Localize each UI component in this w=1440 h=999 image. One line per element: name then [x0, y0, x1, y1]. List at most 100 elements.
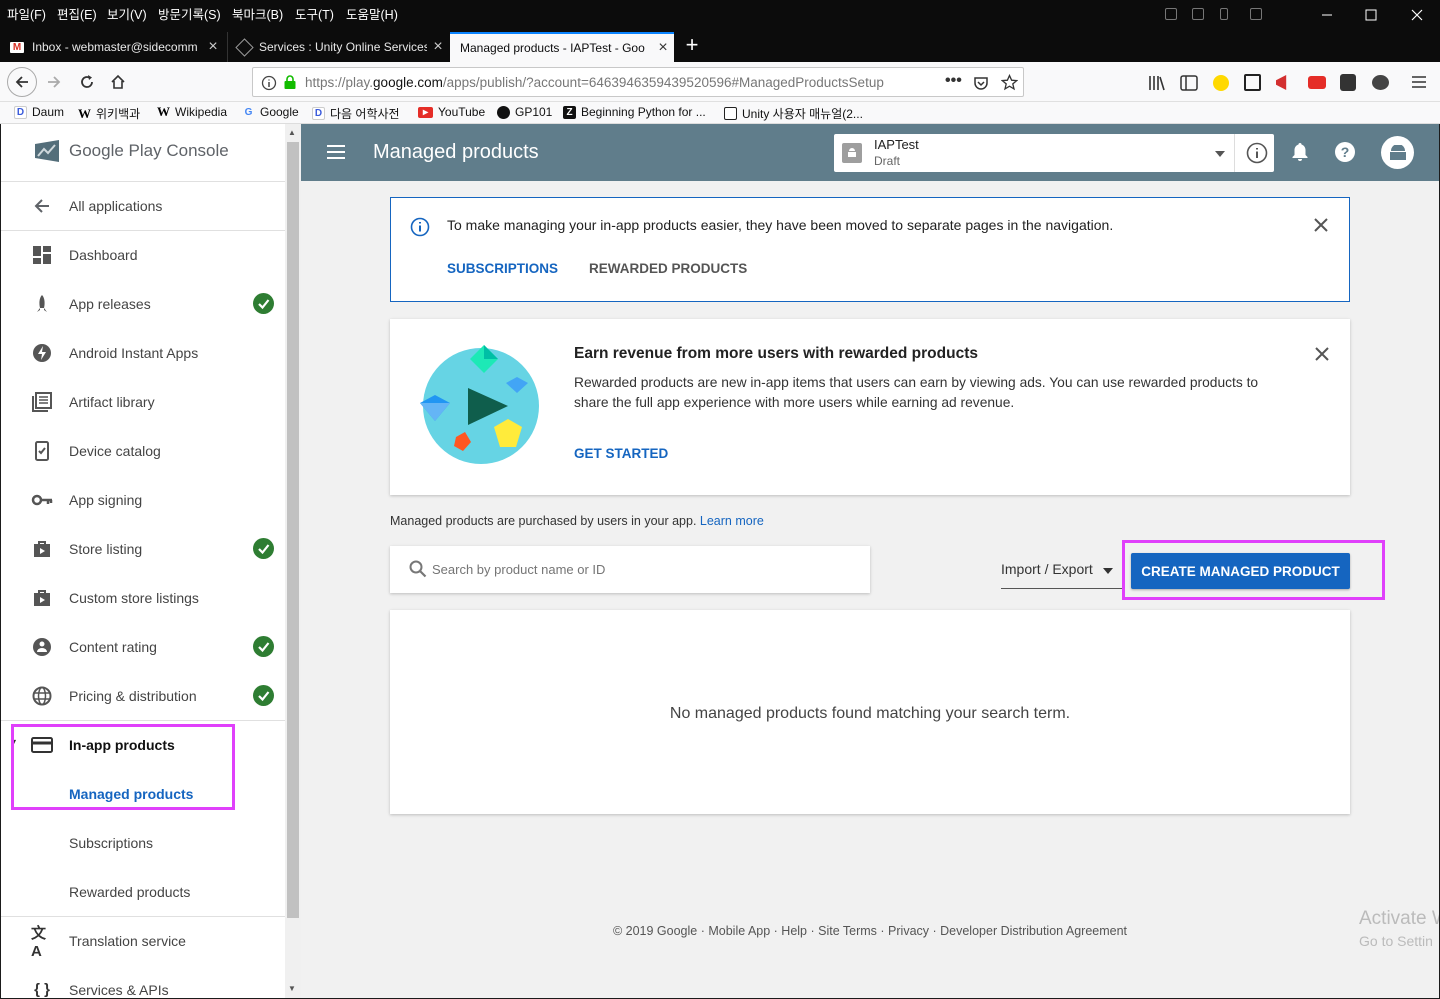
url-bar[interactable]: https://play.google.com/apps/publish/?ac…: [252, 67, 1024, 97]
maximize-button[interactable]: [1348, 0, 1394, 30]
dropdown-arrow-icon: [1103, 568, 1113, 574]
tab-managed-products[interactable]: Managed products - IAPTest - Goo ×: [450, 32, 674, 62]
bookmark-wikipedia[interactable]: W Wikipedia: [157, 104, 227, 119]
library-icon[interactable]: [1148, 75, 1166, 91]
home-icon: [111, 74, 125, 89]
extension-icon[interactable]: [1244, 74, 1261, 91]
rewarded-products-link[interactable]: REWARDED PRODUCTS: [589, 261, 747, 276]
close-icon[interactable]: [1314, 218, 1328, 232]
sidebar-item-dashboard[interactable]: Dashboard: [1, 230, 285, 279]
footer[interactable]: © 2019 Google · Mobile App · Help · Site…: [301, 924, 1439, 938]
tab-title: Managed products - IAPTest - Goo: [460, 41, 645, 55]
bookmark-label: Beginning Python for ...: [581, 105, 706, 119]
bookmark-unity-manual[interactable]: Unity 사용자 매뉴얼(2...: [724, 105, 863, 122]
tab-inbox[interactable]: M Inbox - webmaster@sidecomm ×: [0, 32, 224, 62]
sidebar-item-content-rating[interactable]: Content rating: [1, 622, 285, 671]
avatar[interactable]: [1381, 136, 1414, 169]
import-export-dropdown[interactable]: Import / Export: [1001, 557, 1122, 589]
close-tab-icon[interactable]: ×: [652, 39, 674, 57]
menu-tools[interactable]: 도구(T): [295, 4, 334, 23]
menu-file[interactable]: 파일(F): [7, 4, 46, 23]
scroll-down-icon[interactable]: ▼: [288, 984, 296, 993]
scroll-up-icon[interactable]: ▲: [288, 128, 296, 137]
tray-icon[interactable]: [1192, 8, 1204, 20]
back-button[interactable]: [7, 67, 37, 97]
bookmark-gp101[interactable]: GP101: [497, 105, 552, 119]
sidebar-item-pricing-distribution[interactable]: Pricing & distribution: [1, 671, 285, 720]
close-icon[interactable]: [1315, 347, 1329, 361]
hamburger-menu-icon[interactable]: [326, 144, 346, 160]
key-icon: [31, 489, 53, 511]
extension-icon[interactable]: [1340, 74, 1356, 91]
extension-icon[interactable]: [1213, 75, 1229, 91]
sidebar-item-artifact-library[interactable]: Artifact library: [1, 377, 285, 426]
logo[interactable]: Google Play Console: [34, 138, 229, 164]
menu-edit[interactable]: 편집(E): [57, 4, 97, 23]
minimize-button[interactable]: [1304, 0, 1350, 30]
get-started-link[interactable]: GET STARTED: [574, 446, 668, 461]
help-icon[interactable]: ?: [1334, 141, 1356, 163]
extension-icon[interactable]: [1372, 75, 1389, 90]
bookmark-wikipedia-ko[interactable]: W 위키백과: [78, 105, 140, 122]
sidebar-item-rewarded-products[interactable]: Rewarded products: [1, 867, 285, 916]
learn-more-link[interactable]: Learn more: [700, 514, 764, 528]
subscriptions-link[interactable]: SUBSCRIPTIONS: [447, 261, 558, 276]
info-icon: [410, 217, 430, 237]
check-icon: [253, 685, 274, 706]
bell-icon[interactable]: [1291, 142, 1309, 162]
bookmark-google[interactable]: G Google: [242, 105, 299, 119]
sidebar-item-all-applications[interactable]: All applications: [1, 181, 285, 230]
page-actions-icon[interactable]: •••: [945, 72, 962, 90]
url-text[interactable]: https://play.google.com/apps/publish/?ac…: [305, 75, 905, 90]
tab-unity[interactable]: Services : Unity Online Services ×: [227, 32, 449, 62]
menu-history[interactable]: 방문기록(S): [158, 4, 221, 23]
sidebar-item-custom-store-listings[interactable]: Custom store listings: [1, 573, 285, 622]
megaphone-icon[interactable]: [1276, 75, 1287, 90]
bookmark-daum[interactable]: D Daum: [14, 105, 64, 119]
sidebar-item-app-signing[interactable]: App signing: [1, 475, 285, 524]
info-text: Managed products are purchased by users …: [390, 514, 700, 528]
home-button[interactable]: [104, 68, 132, 96]
bookmark-youtube[interactable]: ▸ YouTube: [418, 105, 485, 119]
sidebar-item-device-catalog[interactable]: Device catalog: [1, 426, 285, 475]
youtube-extension-icon[interactable]: [1308, 76, 1326, 89]
sidebar-item-services-apis[interactable]: { } Services & APIs: [1, 965, 285, 998]
sidebar-item-app-releases[interactable]: App releases: [1, 279, 285, 328]
sidebar-item-translation-service[interactable]: 文A Translation service: [1, 916, 285, 965]
close-tab-icon[interactable]: ×: [427, 38, 449, 56]
bookmark-daum-dict[interactable]: D 다음 어학사전: [312, 105, 400, 122]
sidebar-toggle-icon[interactable]: [1180, 75, 1198, 91]
app-selector[interactable]: IAPTest Draft: [834, 134, 1274, 172]
new-tab-button[interactable]: +: [680, 34, 704, 58]
rewarded-products-illustration: [420, 345, 539, 464]
sidebar-item-store-listing[interactable]: Store listing: [1, 524, 285, 573]
close-window-button[interactable]: [1394, 0, 1440, 30]
hamburger-menu-icon[interactable]: [1411, 75, 1427, 89]
forward-button[interactable]: [40, 68, 68, 96]
check-icon: [253, 293, 274, 314]
sidebar-item-subscriptions[interactable]: Subscriptions: [1, 818, 285, 867]
dropdown-arrow-icon: [1215, 151, 1225, 157]
scrollbar-thumb[interactable]: [287, 142, 299, 918]
tray-icon[interactable]: [1220, 8, 1228, 20]
search-input[interactable]: [432, 556, 852, 582]
sidebar-item-in-app-products[interactable]: ▼ In-app products: [1, 720, 285, 769]
bookmark-python[interactable]: Z Beginning Python for ...: [563, 105, 706, 119]
sidebar-item-label: Custom store listings: [69, 589, 199, 606]
reload-button[interactable]: [73, 68, 101, 96]
wikipedia-icon: W: [78, 105, 91, 121]
menu-view[interactable]: 보기(V): [107, 4, 147, 23]
star-icon: [1001, 74, 1018, 91]
menu-help[interactable]: 도움말(H): [346, 4, 398, 23]
z-icon: Z: [563, 105, 576, 119]
tray-icon[interactable]: [1250, 8, 1262, 20]
tray-icon[interactable]: [1165, 8, 1177, 20]
sidebar-item-android-instant-apps[interactable]: Android Instant Apps: [1, 328, 285, 377]
create-managed-product-button[interactable]: CREATE MANAGED PRODUCT: [1131, 553, 1350, 589]
sidebar-item-managed-products[interactable]: Managed products: [1, 769, 285, 818]
info-icon[interactable]: [1246, 142, 1268, 164]
tab-title: Services : Unity Online Services: [259, 40, 427, 54]
gmail-icon: M: [10, 41, 24, 53]
close-tab-icon[interactable]: ×: [202, 38, 224, 56]
menu-bookmarks[interactable]: 북마크(B): [232, 4, 283, 23]
